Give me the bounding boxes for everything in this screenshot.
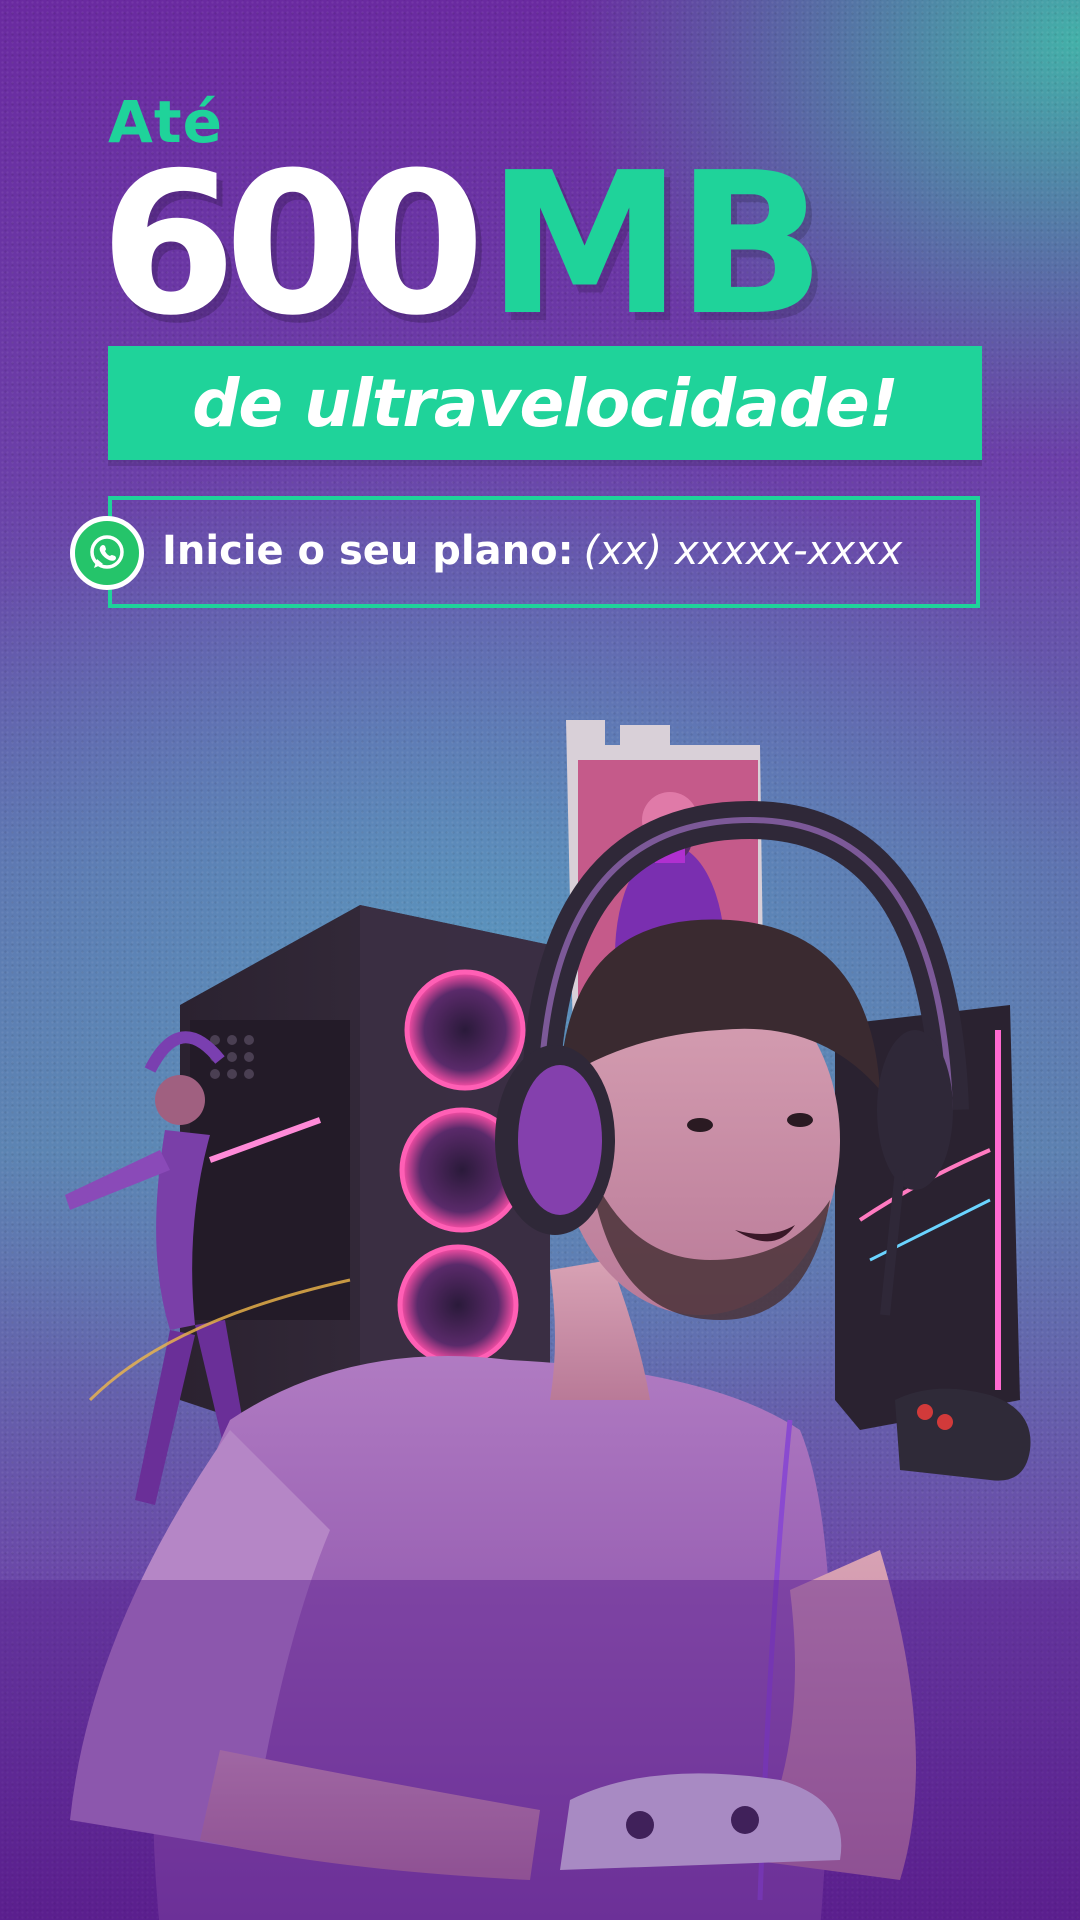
cta-phone[interactable]: (xx) xxxxx-xxxx xyxy=(584,528,903,574)
headline-speed: 600 MB xyxy=(100,131,826,359)
cta-label: Inicie o seu plano: xyxy=(162,528,574,574)
tagline-text: de ultravelocidade! xyxy=(192,364,899,442)
speed-unit: MB xyxy=(487,131,825,359)
whatsapp-icon[interactable] xyxy=(70,516,144,590)
whatsapp-glyph xyxy=(90,535,124,569)
poster: Até 600 MB de ultravelocidade! Inicie o … xyxy=(0,0,1080,1920)
gamer-scene-illustration xyxy=(0,720,1080,1920)
cta-text: Inicie o seu plano: (xx) xxxxx-xxxx xyxy=(162,528,902,574)
speed-number: 600 xyxy=(100,131,485,359)
tagline-banner: de ultravelocidade! xyxy=(108,346,982,460)
